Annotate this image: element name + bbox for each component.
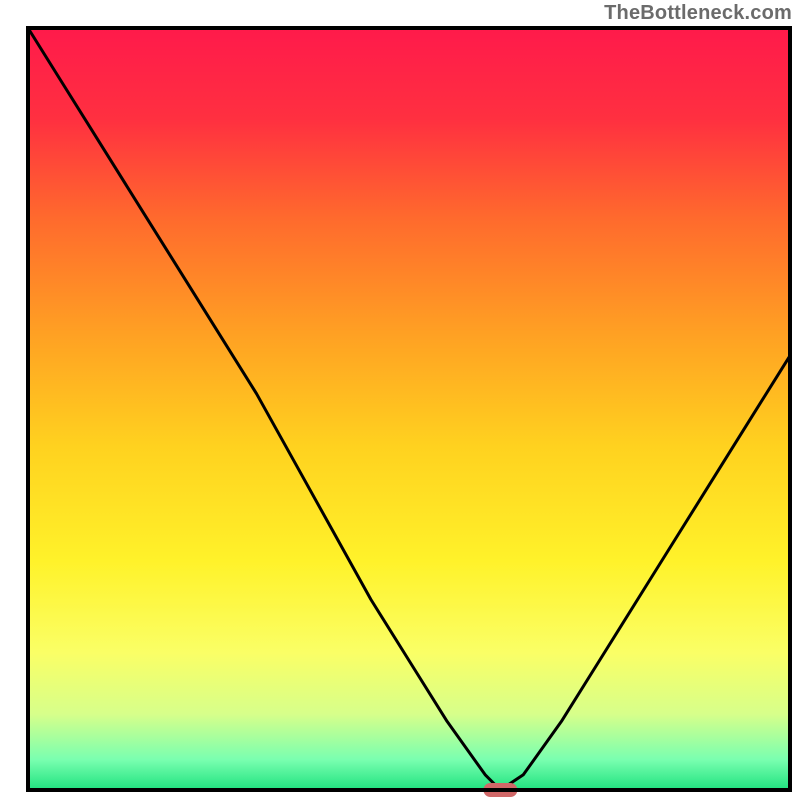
chart-container: TheBottleneck.com bbox=[0, 0, 800, 800]
bottleneck-chart bbox=[0, 0, 800, 800]
watermark-text: TheBottleneck.com bbox=[604, 2, 792, 25]
chart-background bbox=[28, 28, 790, 790]
